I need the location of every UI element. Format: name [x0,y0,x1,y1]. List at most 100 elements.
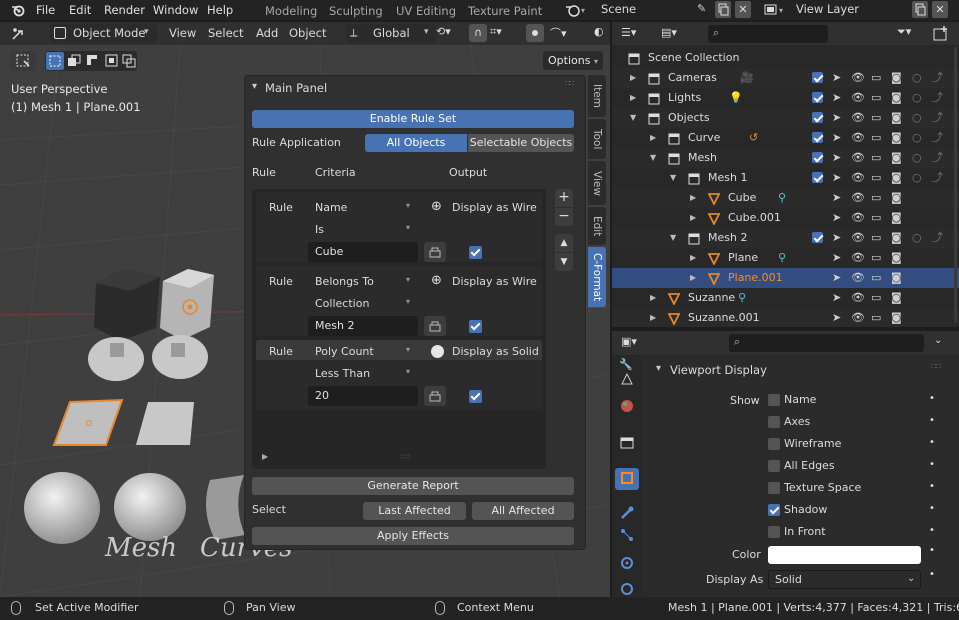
chevron-right-icon[interactable]: ▶ [630,68,636,88]
show-option-row[interactable]: All Edges • [768,456,938,476]
viewport-disable-icon[interactable]: ▭ [871,308,881,327]
rule-enabled-checkbox[interactable] [469,390,482,403]
criteria-dropdown[interactable]: Name [315,201,347,214]
indirect-only-icon[interactable]: ⤴ [932,108,943,128]
render-camera-icon[interactable]: ◙ [891,128,902,148]
collection-icon[interactable] [619,435,635,451]
exclude-checkbox[interactable] [812,92,823,103]
show-option-row[interactable]: Wireframe • [768,434,938,454]
visibility-eye-icon[interactable]: 👁 [851,188,865,208]
indirect-only-icon[interactable]: ⤴ [932,128,943,148]
render-camera-icon[interactable]: ◙ [891,248,902,268]
exclude-checkbox[interactable] [812,152,823,163]
world-icon[interactable] [619,398,635,414]
tab-uv-editing[interactable]: UV Editing [396,3,456,20]
tab-c-format[interactable]: C-Format [588,247,606,307]
keyframe-dot-icon[interactable]: • [929,477,935,497]
close-icon[interactable]: ✕ [932,1,948,18]
visibility-eye-icon[interactable]: 👁 [851,228,865,248]
criteria-operator[interactable]: Collection [315,297,369,310]
remove-rule-button[interactable]: − [555,208,573,226]
render-camera-icon[interactable]: ◙ [891,208,902,228]
visibility-eye-icon[interactable]: 👁 [851,88,865,108]
option-checkbox[interactable] [768,416,780,428]
chevron-right-icon[interactable]: ▶ [650,288,656,308]
object-properties-icon[interactable] [615,468,639,490]
indirect-only-icon[interactable]: ⤴ [932,68,943,88]
selectable-objects-button[interactable]: Selectable Objects [468,134,574,152]
filter-icon[interactable]: ⏷▾ [897,25,911,39]
criteria-value-field[interactable]: 20 [308,386,418,406]
all-objects-button[interactable]: All Objects [365,134,467,152]
outliner-scrollbar[interactable] [954,47,957,323]
menu-render[interactable]: Render [104,0,145,20]
scene-selector[interactable]: ▾ Scene ✎ ✕ [563,0,753,20]
chevron-right-icon[interactable]: ▶ [650,128,656,148]
rule-item[interactable]: Rule Poly Count ▾ Display as Solid Less … [256,340,542,410]
viewport-disable-icon[interactable]: ▭ [871,168,881,188]
rule-item[interactable]: Rule Name ▾ ⊕ Display as Wire Is ▾ Cube [256,192,542,262]
exclude-checkbox[interactable] [812,132,823,143]
selectable-icon[interactable]: ➤ [832,248,841,268]
selectable-icon[interactable]: ➤ [832,208,841,228]
rule-item[interactable]: Rule Belongs To ▾ ⊕ Display as Wire Coll… [256,266,542,336]
visibility-eye-icon[interactable]: 👁 [851,128,865,148]
output-value[interactable]: Display as Wire [452,201,537,214]
visibility-eye-icon[interactable]: 👁 [851,168,865,188]
add-rule-button[interactable]: + [555,189,573,207]
holdout-icon[interactable]: ○ [912,68,922,88]
render-camera-icon[interactable]: ◙ [891,68,902,88]
panel-drag-icon[interactable]: ∷∷ [565,79,574,88]
render-icon[interactable] [619,371,635,387]
overlay-icon[interactable]: ◐ [594,25,604,38]
properties-search-input[interactable]: ⌕ [729,334,924,352]
chevron-right-icon[interactable]: ▶ [690,268,696,288]
keyframe-dot-icon[interactable]: • [929,545,935,556]
output-value[interactable]: Display as Solid [452,345,539,358]
outliner-collection-row[interactable]: ▶ Curve ↺ ➤ 👁 ▭ ◙ ○ ⤴ [612,128,959,148]
modifier-icon[interactable] [619,505,635,521]
show-option-row[interactable]: In Front • [768,522,938,542]
viewport-disable-icon[interactable]: ▭ [871,288,881,308]
select-extend-icon[interactable] [67,54,81,68]
criteria-dropdown[interactable]: Poly Count [315,345,374,358]
display-mode-icon[interactable]: ▤▾ [661,26,677,39]
outliner-object-row[interactable]: ▶ Suzanne.001 ➤ 👁 ▭ ◙ [612,308,959,327]
show-option-row[interactable]: Texture Space • [768,478,938,498]
criteria-operator[interactable]: Less Than [315,367,370,380]
render-camera-icon[interactable]: ◙ [891,188,902,208]
render-camera-icon[interactable]: ◙ [891,168,902,188]
move-down-button[interactable]: ▼ [555,253,573,271]
option-checkbox[interactable] [768,526,780,538]
criteria-value-field[interactable]: Cube [308,242,418,262]
move-up-button[interactable]: ▲ [555,234,573,252]
picker-icon[interactable] [424,242,446,262]
properties-editor-icon[interactable]: ▣▾ [621,335,637,348]
physics-icon[interactable] [619,555,635,571]
picker-icon[interactable] [424,386,446,406]
selectable-icon[interactable]: ➤ [832,288,841,308]
color-swatch[interactable] [768,546,921,564]
viewport-disable-icon[interactable]: ▭ [871,108,881,128]
show-option-row[interactable]: Shadow • [768,500,938,520]
panel-title[interactable]: Main Panel [265,81,327,95]
menu-file[interactable]: File [36,0,55,20]
show-option-row[interactable]: Axes • [768,412,938,432]
render-camera-icon[interactable]: ◙ [891,88,902,108]
selectable-icon[interactable]: ➤ [832,268,841,288]
generate-report-button[interactable]: Generate Report [252,477,574,495]
list-filter-expand-icon[interactable]: ▶ [262,452,268,461]
particles-icon[interactable] [619,527,635,543]
criteria-dropdown[interactable]: Belongs To [315,275,374,288]
selectable-icon[interactable]: ➤ [832,188,841,208]
menu-add[interactable]: Add [256,26,278,40]
exclude-checkbox[interactable] [812,112,823,123]
keyframe-dot-icon[interactable]: • [929,521,935,541]
visibility-eye-icon[interactable]: 👁 [851,268,865,288]
drag-handle-icon[interactable]: ∷∷ [931,362,941,371]
select-new-icon[interactable] [46,52,64,70]
close-icon[interactable]: ✕ [735,1,751,18]
keyframe-dot-icon[interactable]: • [929,569,935,580]
indirect-only-icon[interactable]: ⤴ [932,228,943,248]
selectable-icon[interactable]: ➤ [832,168,841,188]
